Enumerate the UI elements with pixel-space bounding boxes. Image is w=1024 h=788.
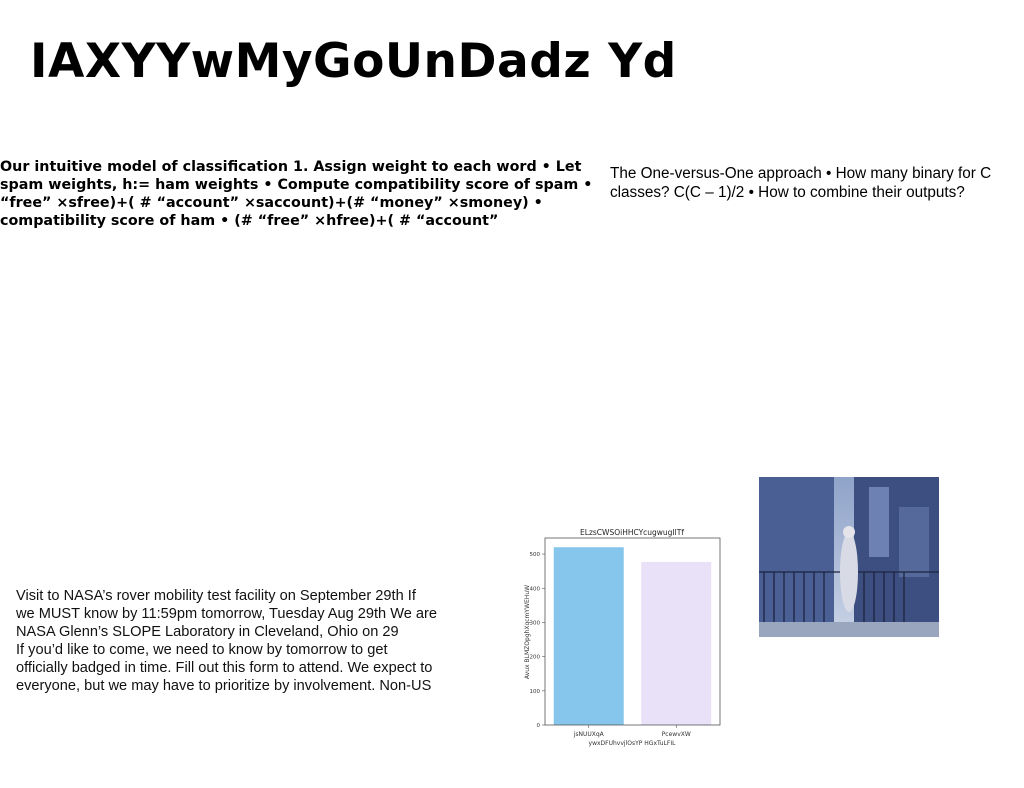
y-tick-label: 300 <box>530 620 541 626</box>
y-tick-label: 100 <box>530 689 541 695</box>
x-tick-label: jsNUUXqA <box>573 731 605 738</box>
y-tick-label: 200 <box>530 655 541 661</box>
y-tick-label: 400 <box>530 586 541 592</box>
y-tick-label: 500 <box>530 552 541 558</box>
x-tick-label: PcewvXW <box>662 731 691 738</box>
bar-jsNUUXqA <box>553 547 624 725</box>
page-title: IAXYYwMyGoUnDadz Yd <box>30 34 677 89</box>
y-tick-label: 0 <box>537 723 541 729</box>
bar-chart: ELzsCWSOiHHCYcugwugIlTf 0 100 200 300 400 500… <box>524 528 721 747</box>
classification-text: Our intuitive model of classification 1.… <box>0 159 593 229</box>
x-axis-label: ywxDFUhvvjlOsYP HGxTuLFIL <box>589 740 677 747</box>
street-photo <box>759 477 939 637</box>
chart-title: ELzsCWSOiHHCYcugwugIlTf <box>580 528 684 537</box>
one-vs-one-text: The One-versus-One approach • How many b… <box>610 165 992 201</box>
y-axis-label: Avux BLMZOpghXqcmYWEHuW <box>524 585 531 679</box>
nasa-visit-text: Visit to NASA’s rover mobility test faci… <box>16 588 437 694</box>
bar-PcewvXW <box>641 561 712 725</box>
